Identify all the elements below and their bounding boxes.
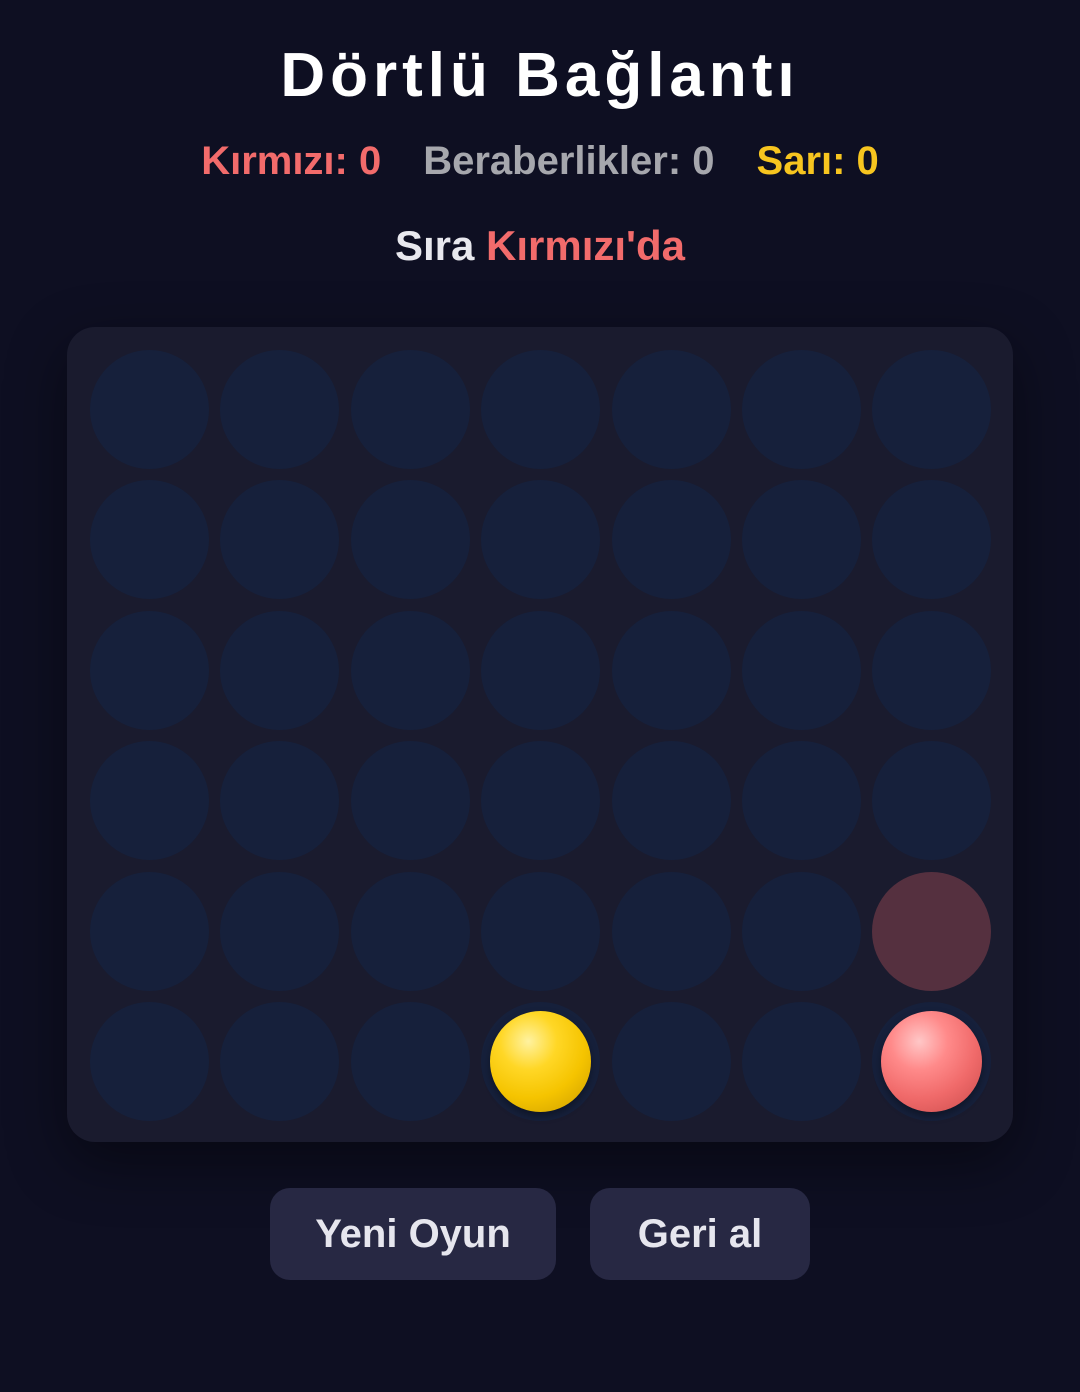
board-cell-r6-c5[interactable] xyxy=(612,1002,731,1121)
board-cell-r5-c4[interactable] xyxy=(481,872,600,991)
board-cell-r2-c7[interactable] xyxy=(872,480,991,599)
board-cell-r3-c1[interactable] xyxy=(90,611,209,730)
page-title: Dörtlü Bağlantı xyxy=(280,41,800,110)
board-cell-r1-c7[interactable] xyxy=(872,350,991,469)
board-cell-r3-c5[interactable] xyxy=(612,611,731,730)
board-cell-r2-c5[interactable] xyxy=(612,480,731,599)
board-cell-r4-c1[interactable] xyxy=(90,741,209,860)
board-cell-r6-c7[interactable] xyxy=(872,1002,991,1121)
turn-player: Kırmızı'da xyxy=(486,222,686,269)
board-cell-r1-c5[interactable] xyxy=(612,350,731,469)
board-cell-r4-c5[interactable] xyxy=(612,741,731,860)
board-cell-r2-c3[interactable] xyxy=(351,480,470,599)
button-bar: Yeni Oyun Geri al xyxy=(0,1188,1080,1280)
board-cell-r6-c2[interactable] xyxy=(220,1002,339,1121)
board-cell-r5-c7[interactable] xyxy=(872,872,991,991)
board-cell-r6-c1[interactable] xyxy=(90,1002,209,1121)
board-cell-r1-c4[interactable] xyxy=(481,350,600,469)
red-disc xyxy=(881,1011,982,1112)
draws-score: Beraberlikler: 0 xyxy=(423,139,715,183)
undo-button[interactable]: Geri al xyxy=(590,1188,810,1280)
board-cell-r5-c2[interactable] xyxy=(220,872,339,991)
board-cell-r3-c2[interactable] xyxy=(220,611,339,730)
yellow-score: Sarı: 0 xyxy=(756,139,879,183)
board-cell-r3-c4[interactable] xyxy=(481,611,600,730)
board-cell-r6-c6[interactable] xyxy=(742,1002,861,1121)
board-cell-r3-c7[interactable] xyxy=(872,611,991,730)
board-cell-r4-c2[interactable] xyxy=(220,741,339,860)
board-cell-r1-c3[interactable] xyxy=(351,350,470,469)
turn-prefix: Sıra xyxy=(394,222,487,269)
board-cell-r6-c4[interactable] xyxy=(481,1002,600,1121)
red-score: Kırmızı: 0 xyxy=(201,139,382,183)
board-cell-r2-c6[interactable] xyxy=(742,480,861,599)
board-cell-r4-c6[interactable] xyxy=(742,741,861,860)
board-cell-r4-c7[interactable] xyxy=(872,741,991,860)
board-cell-r4-c3[interactable] xyxy=(351,741,470,860)
board-cell-r1-c6[interactable] xyxy=(742,350,861,469)
turn-indicator: Sıra Kırmızı'da xyxy=(0,220,1080,272)
board-cell-r1-c1[interactable] xyxy=(90,350,209,469)
board-cell-r5-c3[interactable] xyxy=(351,872,470,991)
game-board xyxy=(67,327,1013,1142)
board-cell-r4-c4[interactable] xyxy=(481,741,600,860)
board-cell-r6-c3[interactable] xyxy=(351,1002,470,1121)
board-cell-r2-c1[interactable] xyxy=(90,480,209,599)
board-cell-r3-c6[interactable] xyxy=(742,611,861,730)
board-cell-r5-c5[interactable] xyxy=(612,872,731,991)
board-cell-r5-c6[interactable] xyxy=(742,872,861,991)
scoreboard: Kırmızı: 0 Beraberlikler: 0 Sarı: 0 xyxy=(0,136,1080,186)
board-cell-r5-c1[interactable] xyxy=(90,872,209,991)
board-cell-r1-c2[interactable] xyxy=(220,350,339,469)
game-page: Dörtlü Bağlantı Kırmızı: 0 Beraberlikler… xyxy=(0,0,1080,1392)
board-cell-r2-c4[interactable] xyxy=(481,480,600,599)
board-cell-r2-c2[interactable] xyxy=(220,480,339,599)
yellow-disc xyxy=(490,1011,591,1112)
new-game-button[interactable]: Yeni Oyun xyxy=(270,1188,556,1280)
board-cell-r3-c3[interactable] xyxy=(351,611,470,730)
